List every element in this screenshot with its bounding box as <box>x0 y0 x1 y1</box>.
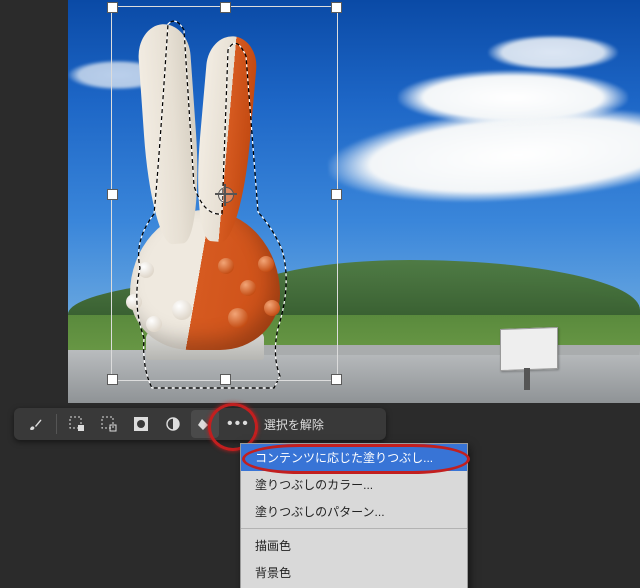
menu-item-fill-color[interactable]: 塗りつぶしのカラー... <box>241 471 467 498</box>
transform-box[interactable] <box>111 6 338 381</box>
handle-mid-left[interactable] <box>107 189 118 200</box>
menu-item-background[interactable]: 背景色 <box>241 559 467 586</box>
fill-button[interactable] <box>191 410 219 438</box>
app-stage: ••• 選択を解除 コンテンツに応じた塗りつぶし... 塗りつぶしのカラー...… <box>0 0 640 588</box>
fill-dropdown-menu: コンテンツに応じた塗りつぶし... 塗りつぶしのカラー... 塗りつぶしのパター… <box>240 443 468 588</box>
mask-button[interactable] <box>127 410 155 438</box>
handle-top-right[interactable] <box>331 2 342 13</box>
menu-item-fill-pattern[interactable]: 塗りつぶしのパターン... <box>241 498 467 525</box>
menu-item-content-aware-fill[interactable]: コンテンツに応じた塗りつぶし... <box>241 444 467 471</box>
selection-subtract-button[interactable] <box>95 410 123 438</box>
handle-bot-left[interactable] <box>107 374 118 385</box>
handle-mid-right[interactable] <box>331 189 342 200</box>
handle-bot-mid[interactable] <box>220 374 231 385</box>
brush-tool-button[interactable] <box>22 410 50 438</box>
selection-add-button[interactable] <box>63 410 91 438</box>
transform-pivot[interactable] <box>218 187 234 203</box>
contextual-toolbar: ••• 選択を解除 <box>14 408 386 440</box>
toolbar-separator <box>56 414 57 434</box>
cloud <box>398 70 628 125</box>
handle-bot-right[interactable] <box>331 374 342 385</box>
left-gutter <box>0 0 68 403</box>
image-canvas[interactable] <box>68 0 640 403</box>
menu-divider <box>241 528 467 529</box>
more-icon[interactable]: ••• <box>227 415 250 433</box>
handle-top-mid[interactable] <box>220 2 231 13</box>
handle-top-left[interactable] <box>107 2 118 13</box>
sign-post <box>524 368 530 390</box>
menu-item-foreground[interactable]: 描画色 <box>241 532 467 559</box>
deselect-button[interactable]: 選択を解除 <box>264 416 324 433</box>
sign-board <box>500 327 558 371</box>
adjust-button[interactable] <box>159 410 187 438</box>
cloud <box>488 35 618 70</box>
